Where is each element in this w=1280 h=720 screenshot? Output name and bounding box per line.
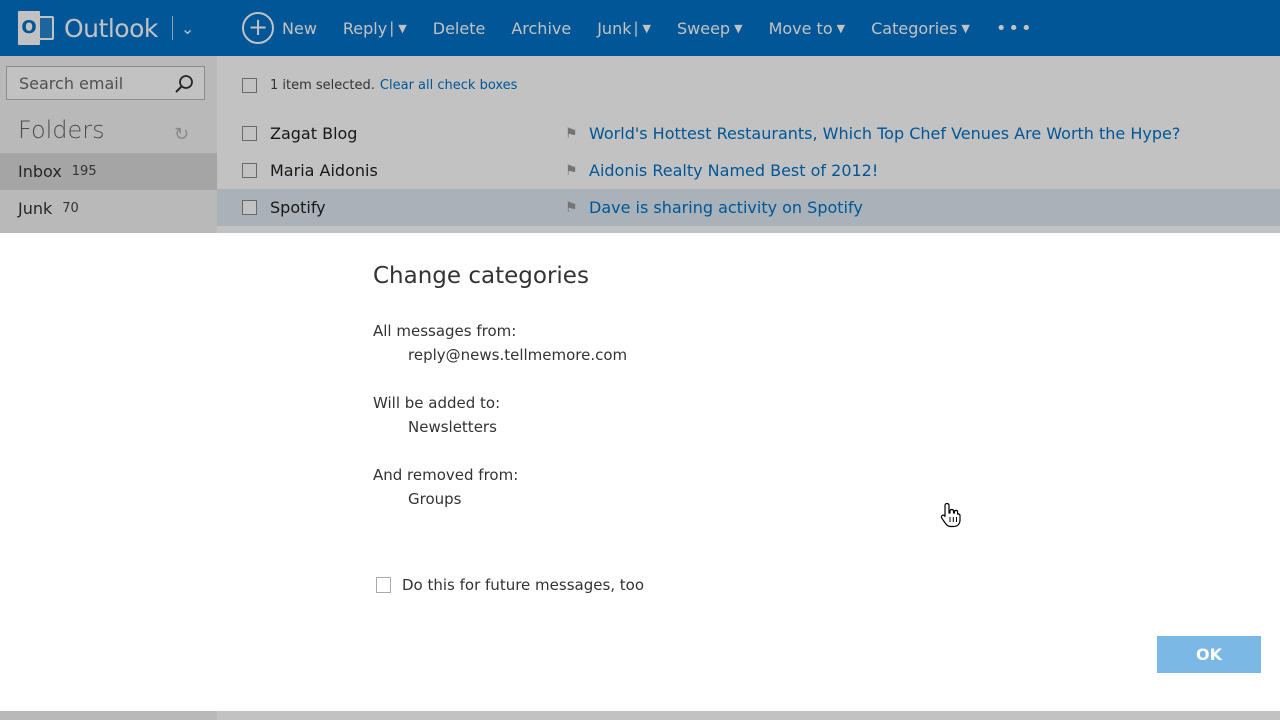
change-categories-dialog: Change categories All messages from: rep… bbox=[0, 233, 1280, 711]
future-messages-label[interactable]: Do this for future messages, too bbox=[402, 576, 644, 594]
hand-cursor-icon bbox=[940, 502, 961, 528]
added-value: Newsletters bbox=[408, 418, 497, 436]
dialog-title: Change categories bbox=[373, 263, 589, 289]
future-messages-checkbox[interactable] bbox=[376, 577, 391, 593]
from-label: All messages from: bbox=[373, 322, 517, 340]
removed-label: And removed from: bbox=[373, 466, 519, 484]
removed-value: Groups bbox=[408, 490, 462, 508]
added-label: Will be added to: bbox=[373, 394, 501, 412]
future-messages-option[interactable]: Do this for future messages, too bbox=[376, 576, 644, 594]
screen: O Outlook ⌄ + New Reply | ▼ Delete Archi… bbox=[0, 0, 1280, 720]
from-value: reply@news.tellmemore.com bbox=[408, 346, 628, 364]
ok-button[interactable]: OK bbox=[1157, 636, 1261, 673]
